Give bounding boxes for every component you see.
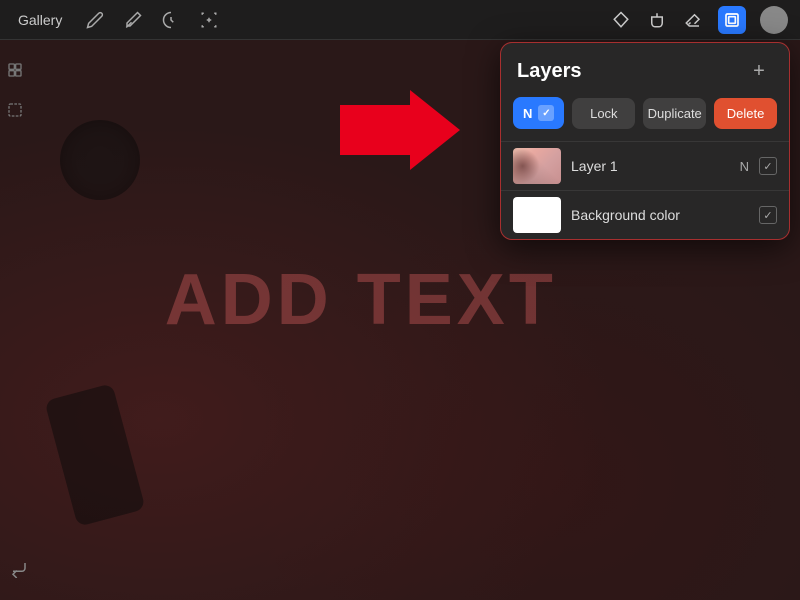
selection-icon[interactable] [198,9,220,31]
layers-panel-header: Layers + [501,43,789,97]
gallery-button[interactable]: Gallery [12,8,68,32]
layers-panel-title: Layers [517,60,582,83]
pencil-icon[interactable] [84,9,106,31]
layer-actions-bar: N ✓ Lock Duplicate Delete [501,97,789,141]
layers-panel: Layers + N ✓ Lock Duplicate Delete Layer… [500,42,790,240]
decorative-cup [60,120,140,200]
sidebar-selection-icon[interactable] [5,100,25,120]
background-color-thumbnail [513,197,561,233]
pen-nib-icon[interactable] [610,9,632,31]
decorative-phone [44,383,145,527]
canvas-watermark: ADD TEXT [165,259,557,341]
brush-icon[interactable] [122,9,144,31]
background-color-name: Background color [571,207,749,223]
toolbar-right [610,6,788,34]
user-avatar[interactable] [760,6,788,34]
mode-label: N [523,106,532,121]
layer-1-name: Layer 1 [571,158,730,174]
layer-mode-button[interactable]: N ✓ [513,97,564,129]
add-layer-button[interactable]: + [745,57,773,85]
airbrush-icon[interactable] [646,9,668,31]
eraser-icon[interactable] [682,9,704,31]
layer-row[interactable]: Layer 1 N [501,141,789,190]
background-color-row[interactable]: Background color [501,190,789,239]
sidebar-transform-icon[interactable] [5,60,25,80]
left-sidebar [0,40,30,600]
lock-button[interactable]: Lock [572,98,635,129]
layer-1-mode: N [740,159,749,174]
red-arrow [340,90,460,170]
layer-1-thumbnail [513,148,561,184]
mode-check-icon: ✓ [538,105,554,121]
layers-panel-button[interactable] [718,6,746,34]
delete-button[interactable]: Delete [714,98,777,129]
smudge-icon[interactable] [160,9,182,31]
duplicate-button[interactable]: Duplicate [643,98,706,129]
back-button[interactable] [10,560,30,580]
layer-1-visibility-checkbox[interactable] [759,157,777,175]
toolbar-left: Gallery [12,8,610,32]
top-toolbar: Gallery [0,0,800,40]
background-color-visibility-checkbox[interactable] [759,206,777,224]
